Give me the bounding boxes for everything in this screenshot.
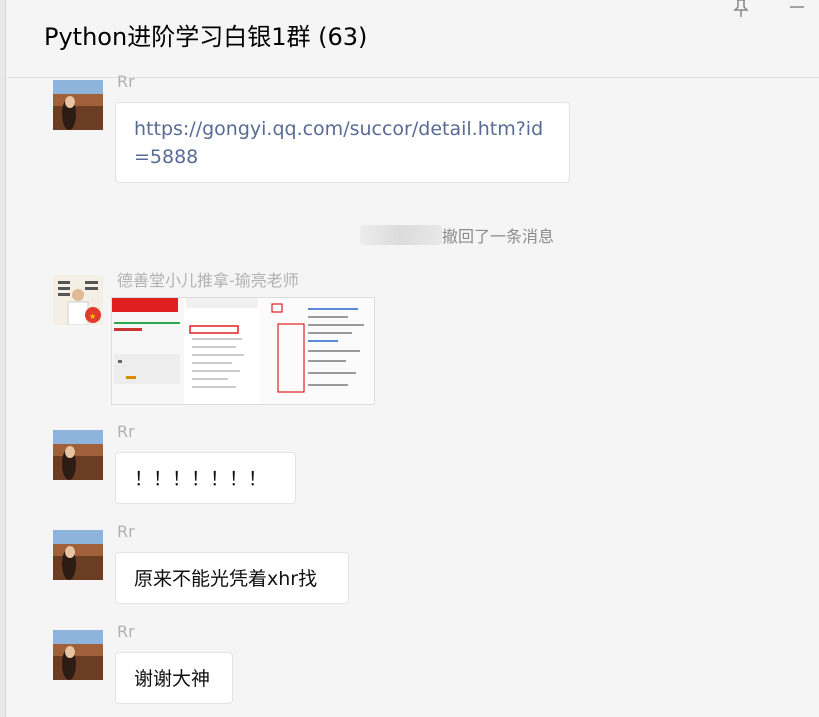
message-text: 谢谢大神 xyxy=(134,668,211,690)
avatar[interactable] xyxy=(53,530,103,580)
blurred-user xyxy=(360,225,442,245)
message-link[interactable]: https://gongyi.qq.com/succor/detail.htm?… xyxy=(134,115,551,171)
chat-header: Python进阶学习白银1群 (63) xyxy=(7,0,819,78)
avatar[interactable]: ★ xyxy=(53,275,103,325)
svg-text:★: ★ xyxy=(89,312,96,321)
minimize-icon[interactable] xyxy=(787,0,807,18)
avatar[interactable] xyxy=(53,80,103,130)
image-message[interactable] xyxy=(111,297,375,405)
message-bubble[interactable]: ！！！！！！！ xyxy=(115,452,296,504)
recall-text: 撤回了一条消息 xyxy=(442,227,555,246)
message-bubble[interactable]: https://gongyi.qq.com/succor/detail.htm?… xyxy=(115,102,570,183)
window-left-border xyxy=(0,0,6,717)
message-text: ！！！！！！！ xyxy=(134,468,268,490)
message-bubble[interactable]: 原来不能光凭着xhr找 xyxy=(115,552,349,604)
recall-notice: 撤回了一条消息 xyxy=(360,224,554,246)
sender-name: 德善堂小儿推拿-瑜亮老师 xyxy=(117,271,299,290)
sender-name: Rr xyxy=(117,622,135,641)
pin-icon[interactable] xyxy=(731,0,751,18)
avatar[interactable] xyxy=(53,630,103,680)
chat-title: Python进阶学习白银1群 (63) xyxy=(44,23,368,51)
sender-name: Rr xyxy=(117,72,135,91)
sender-name: Rr xyxy=(117,522,135,541)
avatar[interactable] xyxy=(53,430,103,480)
sender-name: Rr xyxy=(117,422,135,441)
message-bubble[interactable]: 谢谢大神 xyxy=(115,652,233,704)
message-text: 原来不能光凭着xhr找 xyxy=(134,568,318,590)
